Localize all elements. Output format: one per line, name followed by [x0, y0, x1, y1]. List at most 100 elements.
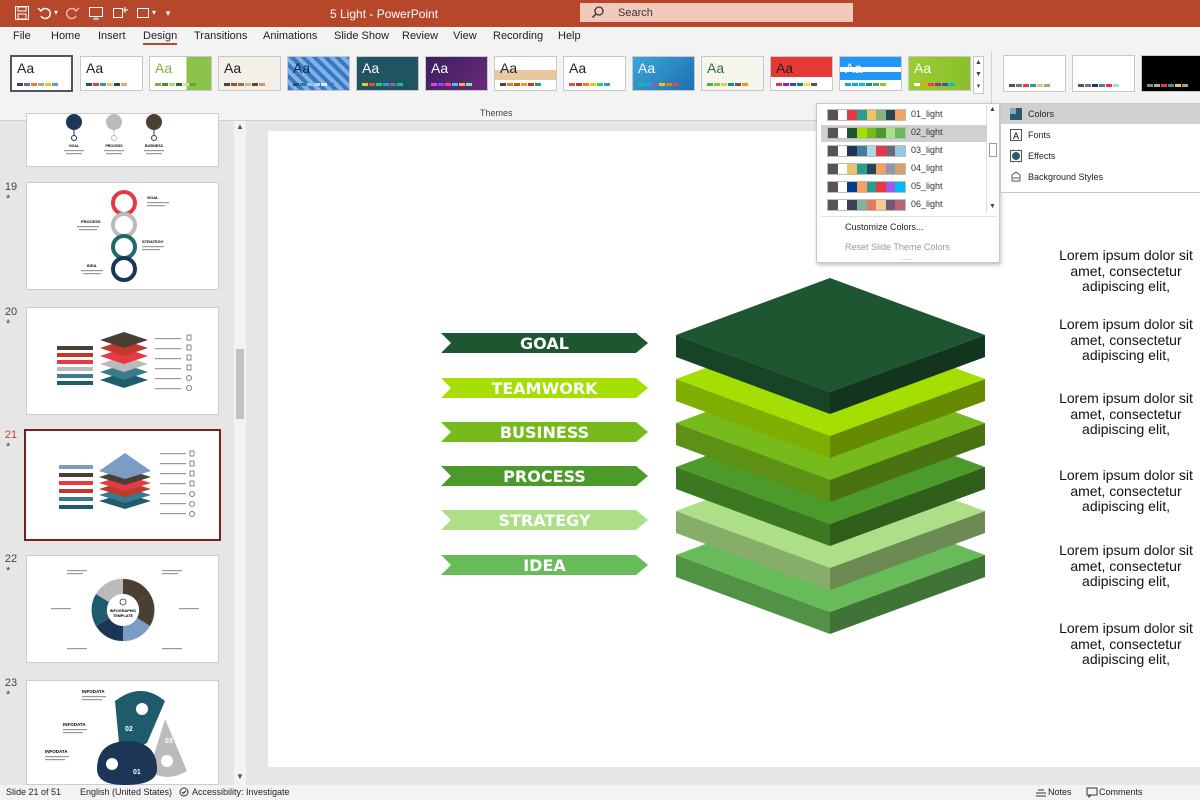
thumb-text: GOAL [147, 195, 159, 200]
present-from-start-icon[interactable] [88, 5, 104, 21]
menu-tab-insert[interactable]: Insert [98, 30, 126, 42]
swatch [38, 83, 44, 86]
theme-thumbnail-3[interactable]: Aa [149, 56, 212, 91]
new-slide-icon[interactable] [112, 5, 128, 21]
swatch [856, 110, 867, 120]
thumb-text: PROCESS [105, 144, 123, 148]
scrollbar-thumb[interactable] [989, 143, 997, 157]
menu-tab-design[interactable]: Design [143, 30, 178, 45]
variant-1[interactable] [1003, 55, 1066, 92]
menu-tab-file[interactable]: File [13, 30, 31, 42]
swatch [452, 83, 458, 86]
color-scheme-01_light[interactable]: 01_light [821, 107, 987, 124]
thumbnail-scrollbar[interactable]: ▲ ▼ [234, 121, 246, 785]
theme-thumbnail-2[interactable]: Aa [80, 56, 143, 91]
slide-thumbnail-19[interactable]: GOAL PROCESS STRATEGY IDEA [26, 182, 219, 290]
menu-item-fonts[interactable]: A Fonts [1001, 125, 1200, 145]
thumb-text: TEMPLATE [113, 614, 134, 618]
menu-tab-home[interactable]: Home [51, 30, 80, 42]
color-scheme-03_light[interactable]: 03_light [821, 143, 987, 160]
swatch [859, 83, 865, 86]
theme-thumbnail-1[interactable]: Aa [10, 55, 73, 92]
thumb-text: 01 [133, 769, 141, 776]
thumb-text: STRATEGY [142, 239, 164, 244]
menu-item-background-styles[interactable]: Background Styles [1001, 167, 1200, 187]
swatch [895, 200, 905, 210]
variant-2[interactable] [1072, 55, 1135, 92]
theme-thumbnail-9[interactable]: Aa [563, 56, 626, 91]
scrollbar-thumb[interactable] [236, 349, 244, 419]
swatch [856, 146, 867, 156]
customize-colors-link[interactable]: Customize Colors... [845, 222, 924, 232]
dropdown-scrollbar[interactable]: ▲ ▼ [986, 105, 998, 213]
theme-thumbnail-14[interactable]: Aa [908, 56, 971, 91]
swatch [507, 83, 513, 86]
lorem-text-3[interactable]: Lorem ipsum dolor sit amet, consectetur … [1046, 390, 1200, 438]
language-indicator[interactable]: English (United States) [80, 787, 172, 797]
swatch [837, 128, 848, 138]
theme-thumbnail-13[interactable]: Aa [839, 56, 902, 91]
menu-tab-view[interactable]: View [453, 30, 477, 42]
resize-grip[interactable]: ..... [901, 253, 912, 262]
themes-gallery-scroll[interactable]: ▲ ▼ ▾ [973, 56, 984, 94]
scroll-up-icon[interactable]: ▲ [989, 106, 996, 113]
theme-thumbnail-4[interactable]: Aa [218, 56, 281, 91]
theme-thumbnail-8[interactable]: Aa [494, 56, 557, 91]
comments-button[interactable]: Comments [1099, 787, 1143, 797]
menu-tab-slide-show[interactable]: Slide Show [334, 30, 389, 42]
lorem-text-5[interactable]: Lorem ipsum dolor sit amet, consectetur … [1046, 542, 1200, 590]
scroll-up-icon[interactable]: ▲ [236, 122, 244, 131]
slide-graphic: GOAL TEAMWORK BUSINESS PROCESS STRATEGY IDEA [441, 278, 985, 634]
slide-thumbnail-22[interactable]: INFOGRAPHIC TEMPLATE [26, 555, 219, 663]
color-scheme-02_light[interactable]: 02_light [821, 125, 987, 142]
theme-thumbnail-12[interactable]: Aa [770, 56, 833, 91]
color-scheme-05_light[interactable]: 05_light [821, 179, 987, 196]
lorem-text-1[interactable]: Lorem ipsum dolor sit amet, consectetur … [1046, 247, 1200, 295]
customize-toolbar-icon[interactable]: ▾ [163, 5, 173, 21]
theme-thumbnail-6[interactable]: Aa [356, 56, 419, 91]
slide-thumbnail-23[interactable]: 02 03 01 INFODATA INFODATA INFODATA [26, 680, 219, 785]
undo-icon[interactable] [37, 5, 53, 21]
theme-thumbnail-5[interactable]: Aa [287, 56, 350, 91]
scroll-down-icon[interactable]: ▼ [236, 772, 244, 781]
theme-thumbnail-11[interactable]: Aa [701, 56, 764, 91]
swatch [828, 128, 838, 138]
slide-number: 21 [4, 429, 18, 441]
slide-canvas[interactable]: GOAL TEAMWORK BUSINESS PROCESS STRATEGY IDEA [268, 131, 1200, 767]
variant-3[interactable] [1141, 55, 1200, 92]
slide-thumbnail-20[interactable] [26, 307, 219, 415]
menu-tab-review[interactable]: Review [402, 30, 438, 42]
swatch [638, 83, 644, 86]
menu-tab-recording[interactable]: Recording [493, 30, 543, 42]
swatch [466, 83, 472, 86]
color-scheme-06_light[interactable]: 06_light [821, 197, 987, 214]
swatch [856, 200, 867, 210]
scroll-down-icon[interactable]: ▼ [989, 203, 996, 210]
shape-dropdown-icon[interactable]: ▾ [150, 5, 158, 21]
slide-thumbnail-18[interactable]: GOAL PROCESS BUSINESS [26, 113, 219, 167]
color-scheme-04_light[interactable]: 04_light [821, 161, 987, 178]
accessibility-status[interactable]: Accessibility: Investigate [192, 787, 290, 797]
menu-tab-help[interactable]: Help [558, 30, 581, 42]
theme-thumbnail-7[interactable]: Aa [425, 56, 488, 91]
save-icon[interactable] [14, 5, 30, 21]
label-text-process: PROCESS [503, 467, 586, 486]
notes-button[interactable]: Notes [1048, 787, 1072, 797]
slide-thumbnail-21[interactable] [24, 429, 221, 541]
lorem-text-6[interactable]: Lorem ipsum dolor sit amet, consectetur … [1046, 620, 1200, 668]
undo-dropdown-icon[interactable]: ▾ [52, 5, 60, 21]
menu-tab-animations[interactable]: Animations [263, 30, 317, 42]
lorem-text-2[interactable]: Lorem ipsum dolor sit amet, consectetur … [1046, 316, 1200, 364]
swatch [921, 83, 927, 86]
swatch [307, 83, 313, 86]
theme-sample-text: Aa [17, 60, 35, 76]
color-scheme-label: 05_light [911, 181, 943, 191]
redo-icon[interactable] [64, 5, 80, 21]
theme-thumbnail-10[interactable]: Aa [632, 56, 695, 91]
menu-item-effects[interactable]: Effects [1001, 146, 1200, 166]
swatch [876, 182, 886, 192]
lorem-text-4[interactable]: Lorem ipsum dolor sit amet, consectetur … [1046, 467, 1200, 515]
menu-tab-transitions[interactable]: Transitions [194, 30, 247, 42]
search-box[interactable]: Search [580, 3, 853, 22]
menu-item-colors[interactable]: Colors [1001, 104, 1200, 124]
